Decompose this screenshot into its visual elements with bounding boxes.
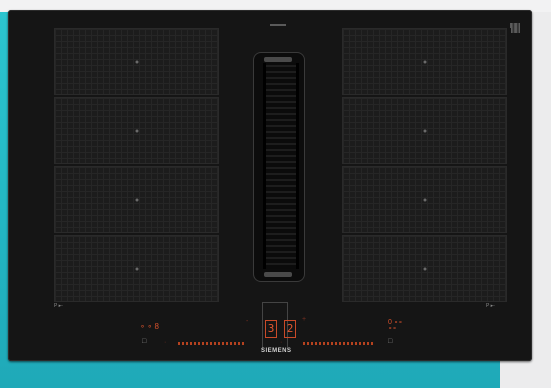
vent-grille <box>263 63 299 269</box>
right-zone-1[interactable] <box>342 28 507 95</box>
left-slider-min-icon: · <box>164 339 167 346</box>
right-zone-2[interactable] <box>342 97 507 164</box>
induction-cooktop: |||||||| ||||||| P ▸- P ▸- ∘ ∘ 8 0 ∘∘ ∘∘… <box>8 10 532 361</box>
hood-minus-button[interactable]: - <box>246 318 248 325</box>
right-sensor-mark: P ▸- <box>486 303 495 309</box>
left-zone-4[interactable] <box>54 235 219 302</box>
left-zone-3[interactable] <box>54 166 219 233</box>
zone-marker <box>135 129 138 132</box>
hood-level-display-right[interactable]: 2 <box>284 320 296 338</box>
zone-marker <box>135 60 138 63</box>
vent-cap-top <box>264 57 292 62</box>
top-right-badge: |||||||| ||||||| <box>509 23 520 34</box>
left-zone-2[interactable] <box>54 97 219 164</box>
downdraft-vent[interactable] <box>253 52 305 282</box>
zone-marker <box>423 129 426 132</box>
left-sensor-mark: P ▸- <box>54 303 63 309</box>
zone-marker <box>423 267 426 270</box>
top-center-mark <box>270 24 286 26</box>
hood-plus-button[interactable]: + <box>302 316 306 323</box>
vent-cap-bottom <box>264 272 292 277</box>
right-zone-4[interactable] <box>342 235 507 302</box>
bottom-right-icon[interactable]: □ <box>388 338 392 345</box>
zone-marker <box>135 267 138 270</box>
left-zone-1[interactable] <box>54 28 219 95</box>
siemens-logo: SIEMENS <box>261 348 292 354</box>
left-power-slider[interactable] <box>178 342 246 345</box>
right-zone-3[interactable] <box>342 166 507 233</box>
right-zone-controls[interactable]: 0 ∘∘ ∘∘ <box>388 319 403 332</box>
hood-level-display-left[interactable]: 3 <box>265 320 277 338</box>
zone-marker <box>423 60 426 63</box>
zone-marker <box>135 198 138 201</box>
center-slider-dot-icon: · <box>280 339 283 346</box>
zone-marker <box>423 198 426 201</box>
left-zone-controls[interactable]: ∘ ∘ 8 <box>140 322 159 331</box>
right-power-slider[interactable] <box>303 342 375 345</box>
bottom-left-icon[interactable]: □ <box>142 338 146 345</box>
